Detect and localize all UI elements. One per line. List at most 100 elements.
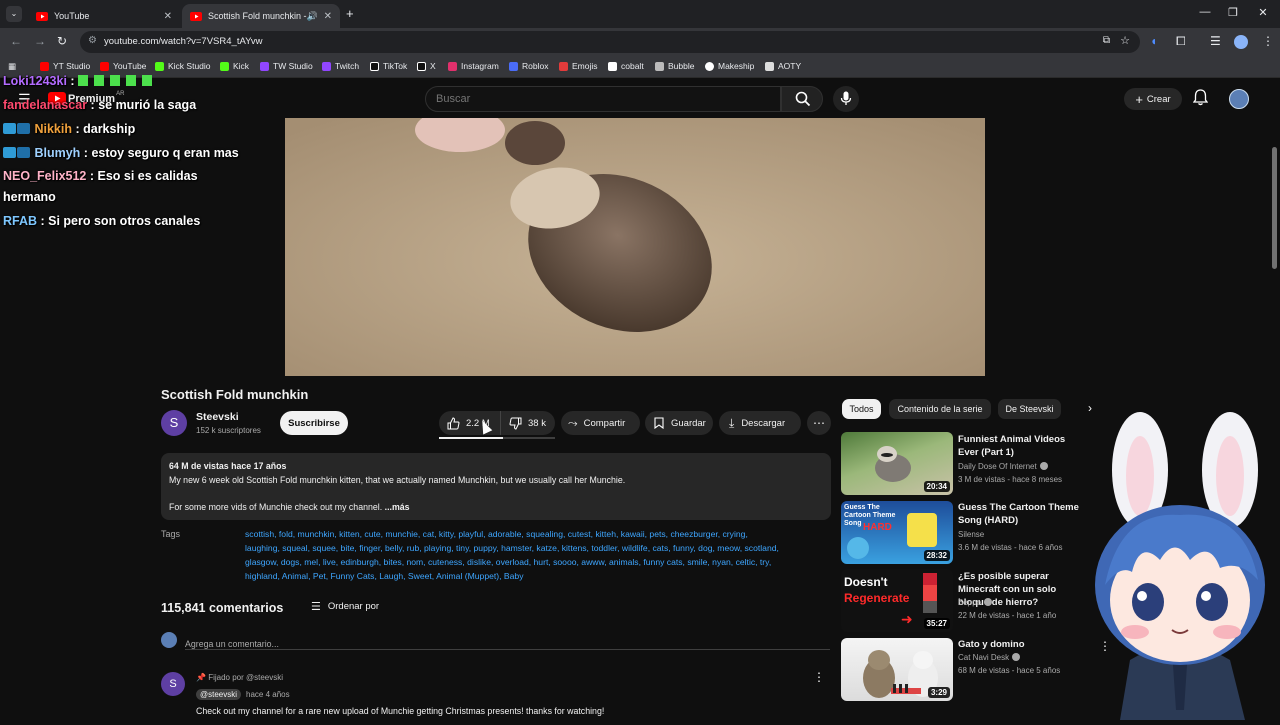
search-box: [425, 86, 781, 112]
back-icon[interactable]: ←: [10, 34, 22, 48]
channel-name[interactable]: Steevski: [196, 411, 239, 423]
like-button[interactable]: 2.2 M: [439, 411, 501, 435]
show-more-link[interactable]: ...más: [385, 502, 410, 512]
address-bar[interactable]: ⚙ youtube.com/watch?v=7VSR4_tAYvw ⧉ ☆: [80, 31, 1140, 53]
chat-message: Blumyh : estoy seguro q eran mas: [3, 146, 239, 160]
related-channel[interactable]: Silense: [958, 530, 984, 539]
related-thumbnail[interactable]: Doesn't Regenerate ➜ 35:27: [841, 569, 953, 632]
comment-time: hace 4 años: [246, 690, 290, 699]
share-icon: ⤳: [568, 415, 578, 430]
chat-text: se murió la saga: [98, 98, 197, 112]
related-video-title[interactable]: Gato y domino: [958, 638, 1083, 651]
tab-video[interactable]: Scottish Fold munchkin - Yo 🔊 ✕: [182, 4, 340, 28]
related-video-title[interactable]: Funniest Animal Videos Ever (Part 1): [958, 433, 1083, 459]
bookmark-icon: [448, 61, 457, 71]
tab-search-icon[interactable]: ⌄: [6, 6, 22, 22]
user-avatar[interactable]: [1229, 89, 1249, 109]
extension-icon[interactable]: ◖: [1150, 34, 1157, 48]
bookmark-cobalt[interactable]: cobalt: [608, 61, 644, 71]
description-box[interactable]: 64 M de vistas hace 17 años My new 6 wee…: [161, 453, 831, 520]
tags-line[interactable]: glasgow, dogs, mel, live, edinburgh, bit…: [245, 557, 771, 567]
bookmark-star-icon[interactable]: ☆: [1120, 34, 1130, 47]
sort-button[interactable]: ☰ Ordenar por: [311, 600, 379, 613]
subscriber-count: 152 k suscriptores: [196, 426, 261, 435]
chip-from-channel[interactable]: De Steevski: [998, 399, 1061, 419]
close-tab-icon[interactable]: ✕: [324, 11, 332, 22]
comment-menu-icon[interactable]: ⋮: [813, 670, 825, 684]
tags-line[interactable]: scottish, fold, munchkin, kitten, cute, …: [245, 529, 748, 539]
bookmark-icon: [655, 61, 664, 71]
chip-series[interactable]: Contenido de la serie: [889, 399, 991, 419]
bookmark-makeship[interactable]: Makeship: [705, 61, 754, 71]
apps-icon[interactable]: ▦: [8, 61, 16, 72]
related-thumbnail[interactable]: Guess The Cartoon Theme Song HARD 28:32: [841, 501, 953, 564]
bookmark-bubble[interactable]: Bubble: [655, 61, 694, 71]
puzzle-icon[interactable]: ⧠: [1176, 34, 1186, 49]
speaker-icon[interactable]: 🔊: [307, 11, 318, 22]
bookmark-kick[interactable]: Kick: [220, 61, 249, 71]
related-channel[interactable]: Beppo: [958, 598, 993, 607]
search-button[interactable]: [781, 86, 823, 112]
page-scrollbar[interactable]: [1272, 147, 1277, 269]
menu-icon[interactable]: ⋮: [1262, 34, 1274, 48]
dislike-button[interactable]: 38 k: [501, 411, 546, 435]
url-text[interactable]: youtube.com/watch?v=7VSR4_tAYvw: [104, 36, 263, 47]
tags-line[interactable]: laughing, squeal, squee, bite, finger, b…: [245, 543, 779, 553]
install-icon[interactable]: ⧉: [1103, 35, 1110, 46]
video-title: Scottish Fold munchkin: [161, 387, 309, 402]
minimize-icon[interactable]: —: [1190, 6, 1220, 18]
related-channel[interactable]: Cat Navi Desk: [958, 653, 1021, 662]
related-meta: 68 M de vistas - hace 5 años: [958, 666, 1061, 675]
video-duration: 3:29: [927, 687, 950, 698]
search-input[interactable]: [436, 93, 766, 105]
related-thumbnail[interactable]: 20:34: [841, 432, 953, 495]
bookmark-icon: [654, 417, 664, 429]
chat-username: Blumyh: [34, 146, 81, 160]
bookmark-aoty[interactable]: AOTY: [765, 61, 801, 71]
subscribe-button[interactable]: Suscribirse: [280, 411, 348, 435]
site-info-icon[interactable]: ⚙: [88, 35, 97, 46]
related-channel[interactable]: Daily Dose Of Internet: [958, 462, 1048, 471]
add-comment-input[interactable]: Agrega un comentario...: [185, 634, 830, 650]
media-icon[interactable]: ☰: [1210, 34, 1221, 48]
bookmark-yt-studio[interactable]: YT Studio: [40, 61, 90, 71]
pinned-comment-avatar[interactable]: S: [161, 672, 185, 696]
related-video-title[interactable]: Guess The Cartoon Theme Song (HARD): [958, 501, 1083, 527]
forward-icon[interactable]: →: [34, 34, 46, 48]
new-tab-button[interactable]: +: [346, 6, 354, 21]
arrow-icon: ➜: [901, 611, 913, 627]
reload-icon[interactable]: ↻: [57, 34, 67, 48]
bookmark-kick-studio[interactable]: Kick Studio: [155, 61, 211, 71]
maximize-icon[interactable]: ❐: [1218, 6, 1248, 19]
window-close-icon[interactable]: ✕: [1248, 6, 1278, 19]
tab-youtube[interactable]: YouTube ✕: [28, 4, 180, 28]
bookmark-youtube[interactable]: YouTube: [100, 61, 146, 71]
voice-search-button[interactable]: [833, 86, 859, 112]
channel-avatar[interactable]: S: [161, 410, 187, 436]
bookmark-tiktok[interactable]: TikTok: [370, 61, 407, 71]
profile-avatar[interactable]: [1234, 35, 1248, 49]
chat-text: Si pero son otros canales: [48, 214, 201, 228]
notifications-bell-icon[interactable]: [1192, 89, 1209, 111]
create-button[interactable]: + Crear: [1124, 88, 1182, 110]
more-actions-button[interactable]: ⋯: [807, 411, 831, 435]
bookmark-x[interactable]: X: [417, 61, 436, 71]
bookmark-tw-studio[interactable]: TW Studio: [260, 61, 313, 71]
comment-author-badge[interactable]: @steevski: [196, 689, 242, 700]
comment-count: 115,841 comentarios: [161, 601, 284, 615]
cartoon-character-image: [907, 513, 937, 547]
vtuber-avatar-overlay: [1080, 410, 1280, 720]
related-thumbnail[interactable]: 3:29: [841, 638, 953, 701]
video-player[interactable]: [285, 118, 985, 376]
tags-line[interactable]: highland, Animal, Pet, Funny Cats, Laugh…: [245, 571, 524, 581]
chip-todos[interactable]: Todos: [842, 399, 881, 419]
bookmark-roblox[interactable]: Roblox: [509, 61, 548, 71]
browser-toolbar: ← → ↻ ⚙ youtube.com/watch?v=7VSR4_tAYvw …: [0, 28, 1280, 56]
bookmark-twitch[interactable]: Twitch: [322, 61, 359, 71]
share-button[interactable]: ⤳ Compartir: [561, 411, 640, 435]
close-tab-icon[interactable]: ✕: [164, 11, 172, 22]
bookmark-emojis[interactable]: Emojis: [559, 61, 598, 71]
bookmark-instagram[interactable]: Instagram: [448, 61, 499, 71]
save-button[interactable]: Guardar: [645, 411, 713, 435]
download-button[interactable]: ⤓ Descargar: [719, 411, 801, 435]
